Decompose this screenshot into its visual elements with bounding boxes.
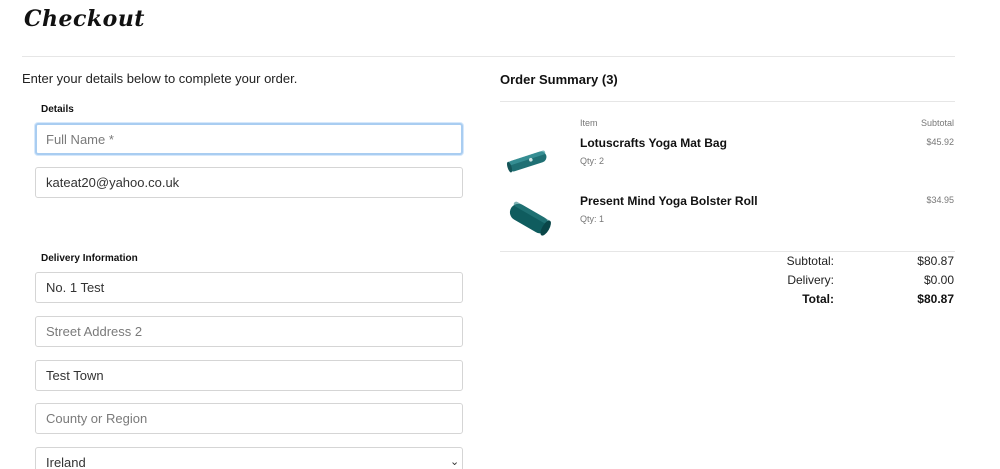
address-line2-input[interactable] bbox=[35, 316, 463, 347]
yoga-mat-bag-image bbox=[506, 150, 547, 173]
full-name-input[interactable] bbox=[35, 123, 463, 155]
delivery-section-label: Delivery Information bbox=[41, 253, 138, 264]
subtotal-label: Subtotal: bbox=[786, 254, 834, 268]
bolster-roll-image bbox=[509, 201, 551, 236]
order-summary-title: Order Summary (3) bbox=[500, 72, 618, 87]
delivery-value: $0.00 bbox=[923, 273, 954, 287]
item-column-header: Item bbox=[580, 118, 598, 128]
country-select[interactable]: Ireland bbox=[35, 447, 463, 469]
summary-divider-bottom bbox=[500, 251, 955, 252]
details-section-label: Details bbox=[41, 104, 74, 115]
product-name: Lotuscrafts Yoga Mat Bag bbox=[580, 136, 727, 150]
product-qty: Qty: 1 bbox=[580, 214, 605, 224]
title-divider bbox=[22, 56, 955, 57]
country-select-value: Ireland bbox=[46, 455, 86, 469]
total-value: $80.87 bbox=[917, 292, 954, 306]
product-price: $34.95 bbox=[926, 195, 954, 205]
county-input[interactable] bbox=[35, 403, 463, 434]
subtotal-value: $80.87 bbox=[917, 254, 954, 268]
checkout-intro-text: Enter your details below to complete you… bbox=[22, 71, 298, 86]
page-title: Checkout bbox=[24, 6, 145, 32]
summary-divider-top bbox=[500, 101, 955, 102]
total-label: Total: bbox=[802, 292, 834, 306]
product-name: Present Mind Yoga Bolster Roll bbox=[580, 194, 758, 208]
address-line1-input[interactable] bbox=[35, 272, 463, 303]
product-qty: Qty: 2 bbox=[580, 156, 605, 166]
town-input[interactable] bbox=[35, 360, 463, 391]
product-price: $45.92 bbox=[926, 137, 954, 147]
email-input[interactable] bbox=[35, 167, 463, 198]
subtotal-column-header: Subtotal bbox=[920, 118, 954, 128]
delivery-label: Delivery: bbox=[787, 273, 834, 287]
